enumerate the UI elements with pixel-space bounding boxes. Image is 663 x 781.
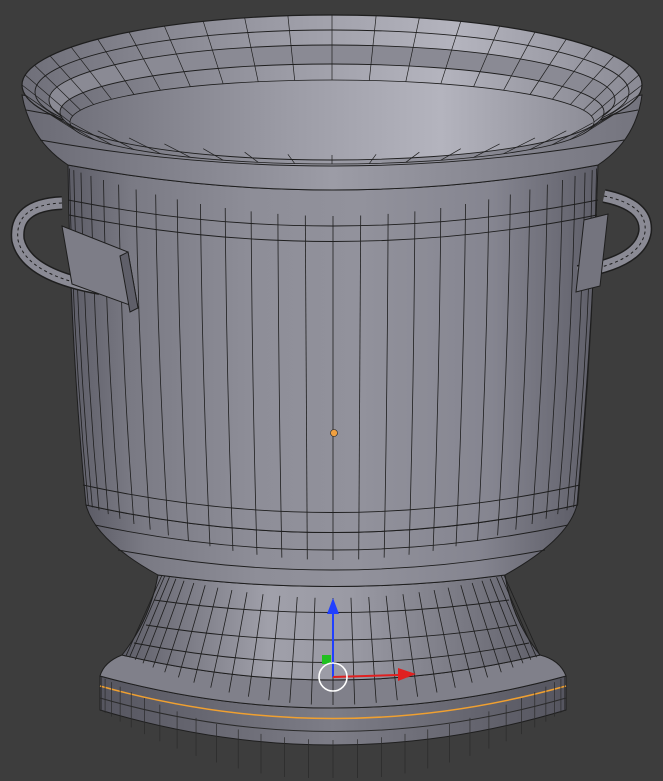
urn-mesh-render[interactable]	[0, 0, 663, 781]
origin-dot-icon[interactable]	[330, 429, 338, 437]
3d-viewport[interactable]	[0, 0, 663, 781]
urn-stem[interactable]	[121, 574, 541, 681]
